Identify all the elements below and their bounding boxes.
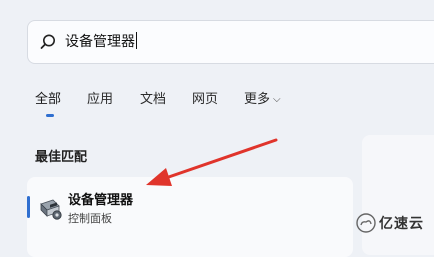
best-match-result[interactable]: 设备管理器 控制面板	[27, 177, 353, 257]
chevron-down-icon: ⌵	[273, 94, 281, 105]
best-match-heading: 最佳匹配	[35, 150, 88, 165]
result-subtitle: 控制面板	[68, 212, 112, 225]
tab-documents[interactable]: 文档	[140, 91, 166, 109]
tab-apps[interactable]: 应用	[87, 91, 113, 109]
search-input[interactable]: 设备管理器	[65, 32, 137, 52]
search-icon	[40, 34, 55, 49]
tab-all[interactable]: 全部	[35, 91, 61, 109]
result-title: 设备管理器	[68, 193, 134, 208]
active-tab-indicator	[46, 114, 54, 117]
tab-more-label: 更多	[244, 92, 271, 107]
text-caret	[136, 32, 137, 49]
device-manager-icon	[40, 199, 62, 220]
selection-accent	[27, 196, 30, 218]
watermark: 亿速云	[356, 212, 424, 234]
tab-web[interactable]: 网页	[192, 91, 218, 109]
watermark-text: 亿速云	[379, 216, 424, 232]
preview-panel	[362, 135, 434, 255]
search-box[interactable]: 设备管理器	[27, 20, 434, 64]
cloud-logo-icon	[356, 213, 376, 233]
tab-more[interactable]: 更多 ⌵	[244, 91, 281, 110]
